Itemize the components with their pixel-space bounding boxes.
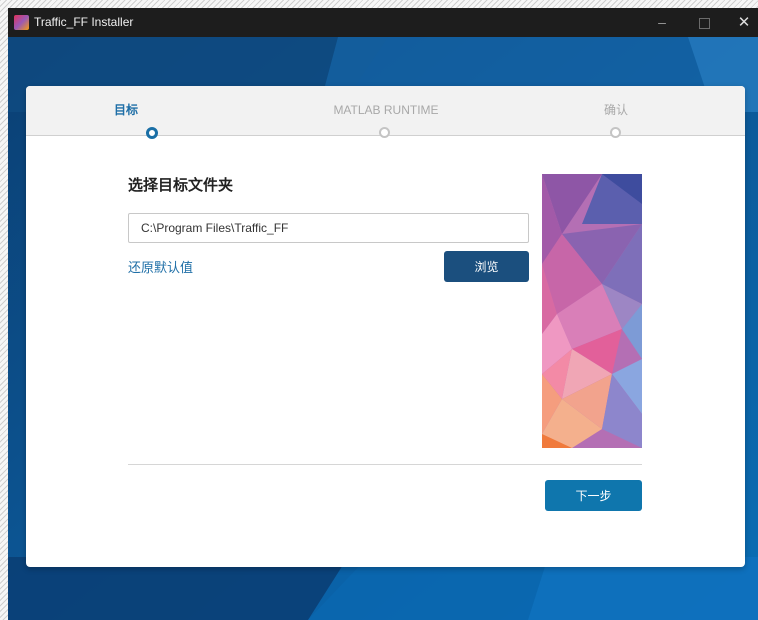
close-icon[interactable]: ✕ bbox=[724, 8, 758, 37]
minimize-icon[interactable]: – bbox=[642, 8, 682, 37]
maximize-icon[interactable] bbox=[684, 8, 724, 37]
installer-panel: 目标 MATLAB RUNTIME 确认 选择目标文件夹 还原默认值 浏览 bbox=[26, 86, 745, 567]
step-dot-matlab-runtime bbox=[379, 127, 390, 138]
step-dot-confirm bbox=[610, 127, 621, 138]
section-title: 选择目标文件夹 bbox=[128, 177, 234, 194]
app-icon bbox=[14, 15, 29, 30]
restore-default-link[interactable]: 还原默认值 bbox=[128, 257, 193, 276]
next-button[interactable]: 下一步 bbox=[545, 480, 642, 511]
window-title: Traffic_FF Installer bbox=[34, 15, 134, 29]
install-path-input[interactable] bbox=[128, 213, 529, 243]
step-progress-bar: 目标 MATLAB RUNTIME 确认 bbox=[26, 86, 745, 139]
browse-button[interactable]: 浏览 bbox=[444, 251, 529, 282]
footer-divider bbox=[128, 464, 642, 465]
step-label-matlab-runtime: MATLAB RUNTIME bbox=[333, 103, 439, 117]
title-bar[interactable]: Traffic_FF Installer – ✕ bbox=[8, 8, 758, 37]
decorative-art-image bbox=[542, 174, 642, 448]
installer-window: Traffic_FF Installer – ✕ 目标 MATLAB RUNTI… bbox=[8, 8, 758, 620]
step-label-confirm: 确认 bbox=[603, 103, 628, 117]
step-dot-destination bbox=[146, 127, 158, 139]
step-label-destination: 目标 bbox=[113, 103, 138, 117]
